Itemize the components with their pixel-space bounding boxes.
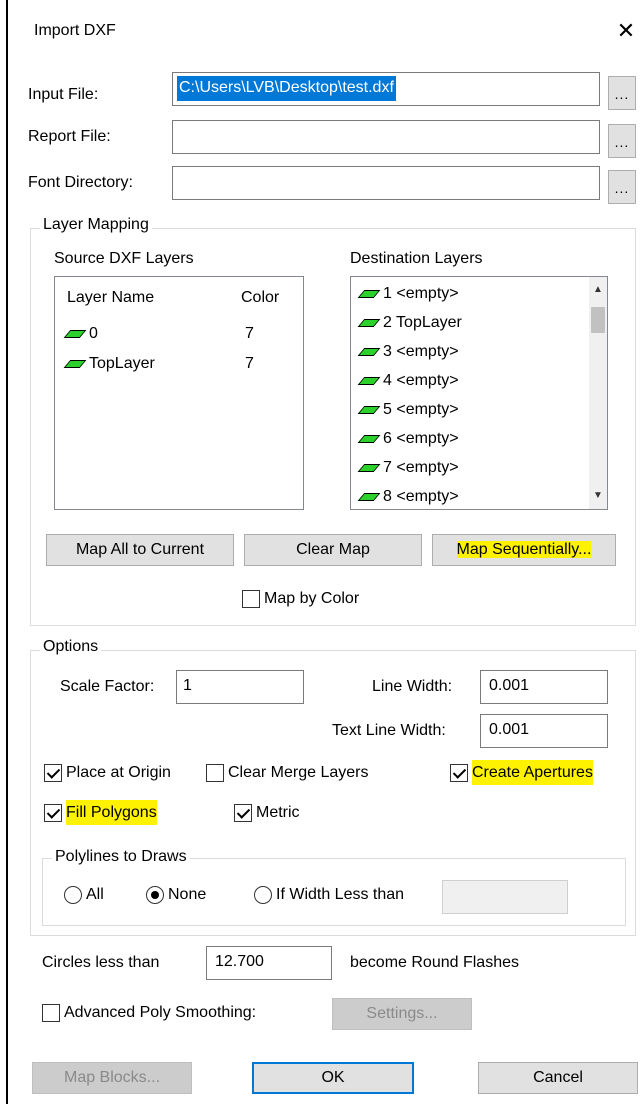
scale-factor-label: Scale Factor: [60,678,155,695]
text-line-width-label: Text Line Width: [332,722,446,739]
fill-polygons-checkbox[interactable] [44,804,62,822]
metric-checkbox[interactable] [234,804,252,822]
polylines-title: Polylines to Draws [52,848,190,866]
clear-merge-layers-checkbox[interactable] [206,764,224,782]
list-item[interactable]: 8 <empty> [357,488,459,506]
dialog-title: Import DXF [34,22,116,39]
list-item[interactable]: 2 TopLayer [357,314,462,332]
create-apertures-checkbox[interactable] [450,764,468,782]
place-at-origin-checkbox[interactable] [44,764,62,782]
advanced-poly-smoothing-checkbox[interactable] [42,1004,60,1022]
map-sequentially-button[interactable]: Map Sequentially... [432,534,616,566]
list-item[interactable]: 1 <empty> [357,285,459,303]
input-file-browse-button[interactable]: ... [608,76,636,110]
destination-layers-title: Destination Layers [350,250,483,267]
polylines-none-radio[interactable] [146,886,164,904]
map-blocks-button[interactable]: Map Blocks... [32,1062,192,1094]
map-all-to-current-button[interactable]: Map All to Current [46,534,234,566]
options-title: Options [40,638,102,656]
layer-icon [357,463,381,472]
map-sequentially-label: Map Sequentially... [456,541,592,558]
list-item[interactable]: 0 [63,325,98,343]
polylines-all-option[interactable]: All [64,886,104,904]
report-file-field[interactable] [172,120,600,154]
polylines-none-option[interactable]: None [146,886,206,904]
list-item[interactable]: 7 <empty> [357,459,459,477]
layer-icon [357,492,381,501]
settings-button[interactable]: Settings... [332,998,472,1030]
layer-name: TopLayer [89,355,155,372]
font-directory-browse-button[interactable]: ... [608,170,636,204]
layer-mapping-title: Layer Mapping [40,216,152,234]
ok-button[interactable]: OK [252,1062,414,1094]
report-file-label: Report File: [28,128,111,145]
column-header-layer-name[interactable]: Layer Name [67,289,154,307]
layer-icon [357,405,381,414]
destination-scrollbar[interactable]: ▲ ▼ [589,277,607,509]
polylines-all-radio[interactable] [64,886,82,904]
circles-label: Circles less than [42,954,160,971]
layer-icon [357,376,381,385]
scroll-up-icon[interactable]: ▲ [589,281,607,299]
circles-field[interactable]: 12.700 [206,946,332,980]
window-edge [6,0,8,1104]
advanced-poly-smoothing-option[interactable]: Advanced Poly Smoothing: [42,1004,256,1022]
source-layers-list[interactable]: Layer Name Color 0 7 TopLayer 7 [54,276,304,510]
map-by-color-checkbox[interactable] [242,590,260,608]
polylines-width-option[interactable]: If Width Less than [254,886,404,904]
source-layers-title: Source DXF Layers [54,250,194,267]
clear-map-button[interactable]: Clear Map [244,534,422,566]
list-item[interactable]: 4 <empty> [357,372,459,390]
list-item[interactable]: 5 <empty> [357,401,459,419]
line-width-field[interactable]: 0.001 [480,670,608,704]
metric-option[interactable]: Metric [234,804,300,822]
polyline-width-field[interactable] [442,880,568,914]
place-at-origin-option[interactable]: Place at Origin [44,764,171,782]
map-by-color-option[interactable]: Map by Color [242,590,359,608]
list-item[interactable]: 3 <empty> [357,343,459,361]
layer-icon [63,359,87,368]
font-directory-field[interactable] [172,166,600,200]
input-file-value: C:\Users\LVB\Desktop\test.dxf [177,76,396,101]
layer-color: 7 [245,355,254,372]
list-item[interactable]: TopLayer [63,355,155,373]
list-item[interactable]: 6 <empty> [357,430,459,448]
input-file-label: Input File: [28,86,99,103]
layer-color: 7 [245,325,254,342]
clear-merge-layers-option[interactable]: Clear Merge Layers [206,764,369,782]
line-width-label: Line Width: [372,678,453,695]
fill-polygons-option[interactable]: Fill Polygons [44,800,157,826]
scroll-thumb[interactable] [591,307,605,333]
circles-suffix-label: become Round Flashes [350,954,519,971]
scale-factor-field[interactable]: 1 [176,670,304,704]
text-line-width-field[interactable]: 0.001 [480,714,608,748]
column-header-color[interactable]: Color [241,289,279,307]
scroll-down-icon[interactable]: ▼ [589,487,607,505]
layer-icon [63,329,87,338]
layer-icon [357,434,381,443]
polylines-width-radio[interactable] [254,886,272,904]
layer-icon [357,318,381,327]
cancel-button[interactable]: Cancel [478,1062,638,1094]
layer-icon [357,289,381,298]
report-file-browse-button[interactable]: ... [608,124,636,158]
layer-name: 0 [89,325,98,342]
layer-icon [357,347,381,356]
destination-layers-list[interactable]: 1 <empty> 2 TopLayer 3 <empty> 4 <empty>… [350,276,608,510]
close-icon[interactable]: ✕ [616,18,636,44]
input-file-field[interactable]: C:\Users\LVB\Desktop\test.dxf [172,72,600,106]
font-directory-label: Font Directory: [28,174,133,191]
create-apertures-option[interactable]: Create Apertures [450,760,593,786]
